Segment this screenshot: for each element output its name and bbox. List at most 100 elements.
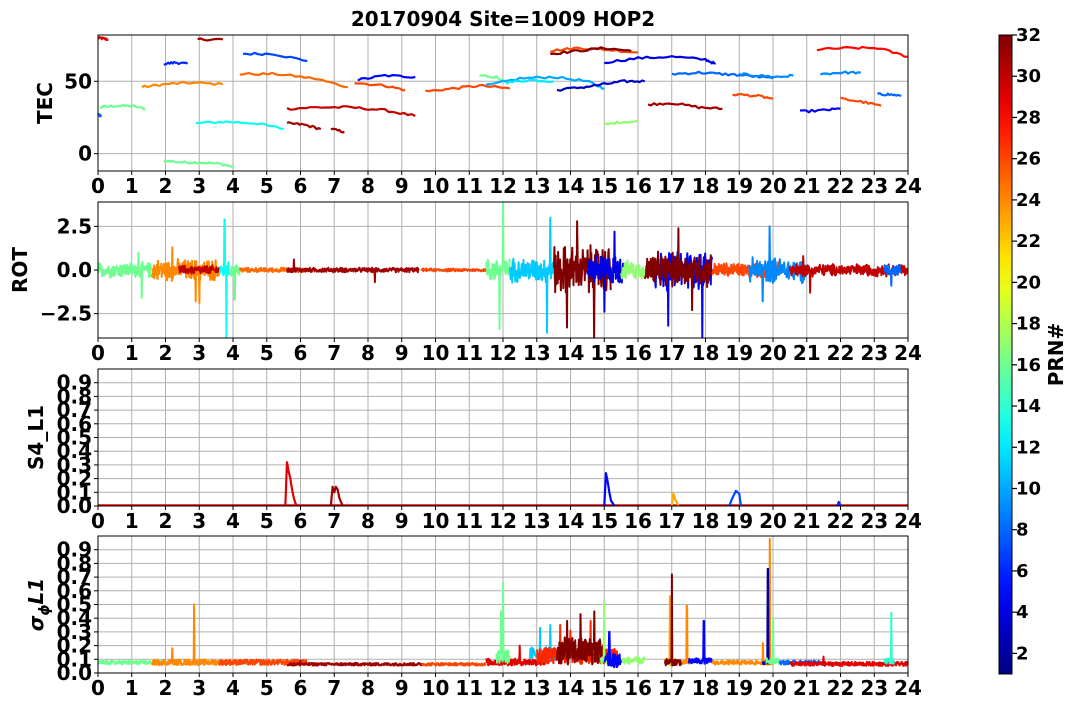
y-tick-label: 2.5	[57, 214, 92, 238]
burst-line-prn-24	[680, 604, 693, 665]
x-tick-label: 20	[759, 341, 787, 365]
x-tick-label: 7	[327, 509, 341, 533]
colorbar-tick-label: 24	[1016, 190, 1041, 211]
x-tick-label: 15	[590, 174, 618, 198]
series-line-prn-24	[141, 80, 224, 89]
burst-line-prn-14	[883, 611, 895, 665]
x-tick-label: 9	[395, 676, 409, 700]
series-line-prn-28	[816, 45, 908, 58]
x-tick-label: 8	[361, 174, 375, 198]
x-tick-labels: 0 1 2 3 4 5 6 7 8 9 10 11 12 13 14 15 16 17 18 19 20 21 22 23 24	[91, 171, 922, 198]
series-line-prn-4	[604, 55, 717, 65]
x-tick-label: 9	[395, 174, 409, 198]
x-tick-label: 23	[860, 676, 888, 700]
colorbar-tick-label: 32	[1016, 25, 1041, 46]
s4-panel: 0 1 2 3 4 5 6 7 8 9 10 11 12 13 14 15 16 17 18 19 20 21 22 23 24…	[24, 368, 922, 533]
x-tick-label: 2	[159, 341, 173, 365]
burst-line-prn-16	[485, 202, 511, 331]
x-tick-label: 4	[226, 509, 240, 533]
x-tick-label: 12	[489, 174, 517, 198]
series-line-prn-8	[876, 92, 902, 97]
x-tick-label: 6	[294, 341, 308, 365]
x-tick-label: 0	[91, 509, 105, 533]
x-tick-label: 6	[294, 174, 308, 198]
series-line-prn-13	[195, 120, 284, 131]
x-tick-label: 10	[422, 174, 450, 198]
burst-line-prn-26	[421, 661, 487, 667]
series-line-prn-30	[286, 105, 416, 117]
x-tick-label: 11	[455, 676, 483, 700]
figure: 20170904 Site=1009 HOP2 0 1 2 3 4 5 6 7 8 9 10 11 12…	[8, 7, 1068, 700]
y-tick-label: 0	[78, 142, 92, 166]
colorbar-tick-label: 18	[1016, 314, 1041, 335]
x-tick-label: 5	[260, 341, 274, 365]
colorbar-tick-label: 12	[1016, 437, 1041, 458]
colorbar-tick-label: 16	[1016, 355, 1041, 376]
y-tick-labels: 2.5 0.0 −2.5	[40, 214, 98, 326]
series-line-prn-26	[732, 92, 774, 100]
x-tick-label: 3	[192, 676, 206, 700]
colorbar-tick-label: 28	[1016, 107, 1041, 128]
colorbar-tick-label: 4	[1016, 602, 1029, 623]
x-tick-labels: 0 1 2 3 4 5 6 7 8 9 10 11 12 13 14 15 16 17 18 19 20 21 22 23 24	[91, 506, 922, 533]
x-tick-label: 0	[91, 174, 105, 198]
x-tick-label: 22	[827, 509, 855, 533]
x-tick-label: 5	[260, 509, 274, 533]
x-tick-label: 15	[590, 509, 618, 533]
series-line-prn-26	[425, 83, 511, 93]
x-tick-label: 15	[590, 676, 618, 700]
series-line-prn-26	[354, 82, 406, 92]
burst-line-prn-31	[286, 258, 420, 284]
x-tick-label: 17	[658, 341, 686, 365]
x-tick-label: 11	[455, 174, 483, 198]
x-tick-label: 12	[489, 676, 517, 700]
x-tick-label: 3	[192, 341, 206, 365]
x-tick-label: 14	[557, 341, 585, 365]
x-tick-label: 4	[226, 341, 240, 365]
y-tick-label: 50	[64, 69, 92, 93]
x-tick-label: 23	[860, 509, 888, 533]
x-tick-label: 21	[793, 509, 821, 533]
x-tick-label: 16	[624, 174, 652, 198]
x-tick-label: 19	[725, 676, 753, 700]
series-line-prn-29	[98, 35, 109, 42]
y-tick-labels: 0.00.10.20.30.40.50.60.70.80.9	[57, 538, 98, 685]
gridlines	[97, 35, 909, 171]
burst-line-prn-16	[228, 264, 241, 301]
x-tick-label: 9	[395, 341, 409, 365]
series-line-prn-7	[243, 51, 308, 63]
series-line-prn-5	[799, 107, 841, 114]
colorbar-tick-label: 8	[1016, 520, 1029, 541]
y-tick-label: 0.9	[57, 371, 92, 395]
y-tick-label: 0.9	[57, 538, 92, 562]
x-tick-label: 24	[894, 509, 922, 533]
x-tick-label: 8	[361, 341, 375, 365]
x-tick-label: 4	[226, 676, 240, 700]
x-tick-label: 2	[159, 509, 173, 533]
x-tick-label: 22	[827, 676, 855, 700]
colorbar-tick-label: 26	[1016, 149, 1041, 170]
colorbar-tick-label: 2	[1016, 643, 1029, 664]
y-tick-labels: 0.00.10.20.30.40.50.60.70.80.9	[57, 371, 98, 518]
x-tick-label: 10	[422, 676, 450, 700]
x-tick-label: 1	[125, 509, 139, 533]
x-tick-label: 10	[422, 341, 450, 365]
x-tick-label: 24	[894, 341, 922, 365]
x-tick-label: 3	[192, 509, 206, 533]
x-tick-label: 24	[894, 676, 922, 700]
x-tick-label: 20	[759, 509, 787, 533]
x-tick-label: 0	[91, 676, 105, 700]
x-tick-label: 7	[327, 174, 341, 198]
rot-axis-label: ROT	[8, 247, 32, 293]
x-tick-label: 14	[557, 174, 585, 198]
x-tick-label: 17	[658, 174, 686, 198]
x-tick-label: 17	[658, 676, 686, 700]
x-tick-label: 23	[860, 174, 888, 198]
x-tick-label: 2	[159, 174, 173, 198]
x-tick-label: 19	[725, 509, 753, 533]
x-tick-label: 14	[557, 676, 585, 700]
colorbar-tick-label: 30	[1016, 66, 1041, 87]
y-tick-label: −2.5	[40, 302, 92, 326]
x-tick-label: 3	[192, 174, 206, 198]
series-line-prn-23	[670, 492, 680, 506]
